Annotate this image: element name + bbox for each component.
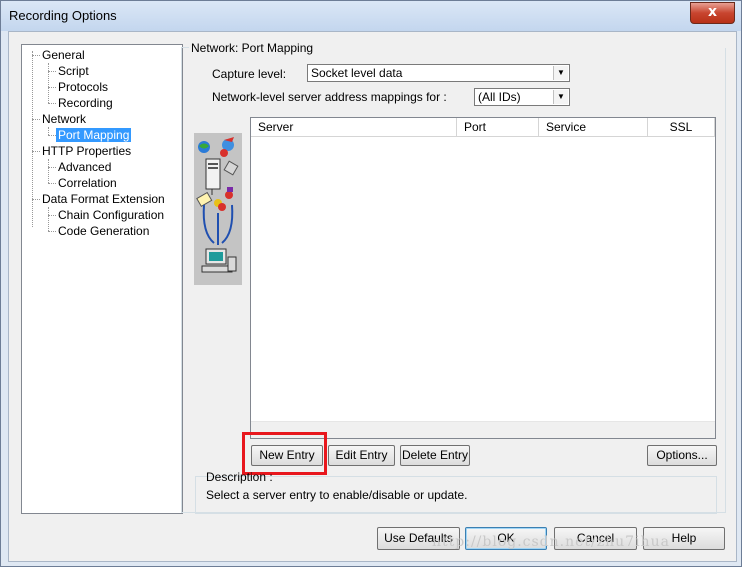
highlight-annotation: [242, 432, 327, 475]
tree-item-data-format-extension[interactable]: Data Format Extension: [42, 191, 165, 207]
recording-options-window: Recording Options x General Script Proto…: [0, 0, 742, 567]
tree-connector: [48, 135, 56, 136]
tree-item-advanced[interactable]: Advanced: [58, 159, 111, 175]
tree-item-port-mapping[interactable]: Port Mapping: [56, 127, 132, 143]
dialog-client-area: General Script Protocols Recording Netwo…: [8, 31, 737, 562]
options-tree[interactable]: General Script Protocols Recording Netwo…: [21, 44, 183, 514]
tree-item-http-properties[interactable]: HTTP Properties: [42, 143, 131, 159]
mapping-id-select[interactable]: (All IDs) ▼: [474, 88, 570, 106]
close-button[interactable]: x: [690, 2, 735, 24]
network-illustration-icon: [196, 137, 239, 273]
close-icon: x: [707, 4, 718, 20]
tree-connector: [32, 51, 33, 227]
capture-level-select[interactable]: Socket level data ▼: [307, 64, 570, 82]
network-illustration: [194, 133, 242, 285]
tree-connector: [48, 207, 49, 231]
tree-connector: [32, 119, 40, 120]
tree-item-chain-configuration[interactable]: Chain Configuration: [58, 207, 164, 223]
tree-connector: [48, 63, 49, 103]
capture-level-label: Capture level:: [212, 67, 287, 81]
description-text: Select a server entry to enable/disable …: [206, 488, 468, 502]
tree-item-general[interactable]: General: [42, 47, 85, 63]
tree-item-correlation[interactable]: Correlation: [58, 175, 117, 191]
chevron-down-icon[interactable]: ▼: [553, 90, 568, 104]
section-title: Network: Port Mapping: [191, 41, 314, 55]
tree-connector: [48, 103, 56, 104]
chevron-down-icon[interactable]: ▼: [553, 66, 568, 80]
tree-connector: [32, 55, 40, 56]
tree-connector: [48, 167, 56, 168]
tree-connector: [48, 183, 56, 184]
server-mapping-list[interactable]: Server Port Service SSL: [250, 117, 716, 439]
tree-connector: [48, 127, 49, 135]
edit-entry-button[interactable]: Edit Entry: [328, 445, 395, 466]
column-header-port[interactable]: Port: [457, 118, 539, 136]
column-header-service[interactable]: Service: [539, 118, 648, 136]
options-button[interactable]: Options...: [647, 445, 717, 466]
mapping-for-label: Network-level server address mappings fo…: [212, 90, 447, 104]
description-label: Description :: [206, 470, 273, 484]
delete-entry-button[interactable]: Delete Entry: [400, 445, 470, 466]
tree-item-network[interactable]: Network: [42, 111, 86, 127]
tree-item-code-generation[interactable]: Code Generation: [58, 223, 149, 239]
column-header-server[interactable]: Server: [251, 118, 457, 136]
tree-connector: [48, 231, 56, 232]
title-bar[interactable]: Recording Options x: [1, 1, 741, 31]
tree-connector: [48, 71, 56, 72]
column-header-ssl[interactable]: SSL: [648, 118, 715, 136]
tree-connector: [32, 199, 40, 200]
tree-connector: [48, 215, 56, 216]
tree-item-recording[interactable]: Recording: [58, 95, 113, 111]
list-header: Server Port Service SSL: [251, 118, 715, 137]
watermark: http://blog.csdn.net/zhu7ihua: [432, 534, 670, 550]
tree-connector: [32, 151, 40, 152]
tree-connector: [48, 87, 56, 88]
capture-level-value: Socket level data: [311, 66, 403, 80]
mapping-id-value: (All IDs): [478, 90, 521, 104]
tree-item-protocols[interactable]: Protocols: [58, 79, 108, 95]
tree-connector: [48, 159, 49, 183]
window-title: Recording Options: [9, 8, 117, 23]
tree-item-script[interactable]: Script: [58, 63, 89, 79]
